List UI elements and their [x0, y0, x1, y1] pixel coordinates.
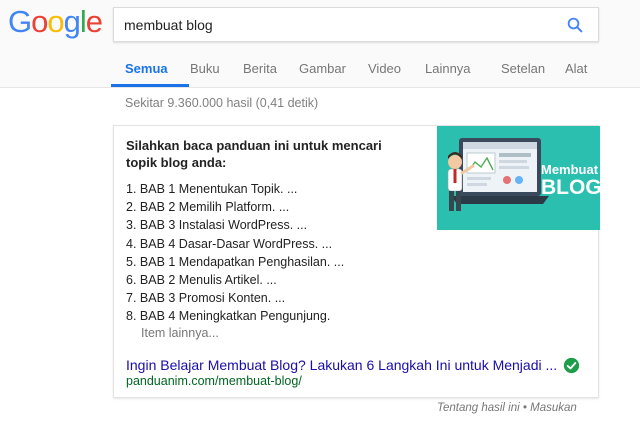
logo-letter: G [8, 4, 32, 39]
tab-lainnya[interactable]: Lainnya [425, 61, 471, 76]
featured-snippet: Silahkan baca panduan ini untuk mencari … [113, 125, 600, 398]
result-stats: Sekitar 9.360.000 hasil (0,41 detik) [125, 96, 319, 110]
feedback-link[interactable]: Masukan [530, 402, 577, 414]
logo-letter: e [85, 4, 103, 39]
list-item: 6. BAB 2 Menulis Artikel. ... [126, 272, 277, 287]
header: Google Semua Buku Berita Gambar Video La… [0, 0, 640, 88]
list-item: 8. BAB 4 Meningkatkan Pengunjung. [126, 309, 331, 324]
check-circle-icon [563, 357, 580, 374]
search-box [113, 7, 599, 42]
blog-illustration: Membuat BLOG [437, 126, 600, 230]
list-item: 2. BAB 2 Memilih Platform. ... [126, 200, 290, 215]
active-tab-indicator [111, 84, 189, 87]
snippet-heading: Silahkan baca panduan ini untuk mencari … [126, 138, 382, 170]
list-item: 1. BAB 1 Menentukan Topik. ... [126, 182, 298, 196]
result-url[interactable]: panduanim.com/membuat-blog/ [126, 374, 302, 388]
logo-letter: g [63, 4, 81, 39]
snippet-footer: Tentang hasil ini • Masukan [437, 402, 577, 414]
about-result-link[interactable]: Tentang hasil ini [437, 402, 520, 414]
snippet-image[interactable]: Membuat BLOG [437, 126, 600, 230]
google-logo[interactable]: Google [8, 4, 103, 40]
tab-semua[interactable]: Semua [125, 61, 168, 76]
snippet-steps-list: 1. BAB 1 Menentukan Topik. ... 2. BAB 2 … [126, 180, 344, 326]
tab-alat[interactable]: Alat [565, 61, 587, 76]
result-title-link[interactable]: Ingin Belajar Membuat Blog? Lakukan 6 La… [126, 357, 557, 373]
footer-separator: • [522, 402, 527, 414]
list-item: 7. BAB 3 Promosi Konten. ... [126, 291, 286, 306]
image-text-line1: Membuat [541, 162, 599, 177]
list-item: 5. BAB 1 Mendapatkan Penghasilan. ... [126, 254, 345, 269]
tab-buku[interactable]: Buku [190, 61, 220, 76]
list-item: 3. BAB 3 Instalasi WordPress. ... [126, 218, 308, 233]
tab-video[interactable]: Video [368, 61, 401, 76]
search-icon[interactable] [566, 16, 584, 34]
logo-letter: o [47, 4, 64, 39]
search-input[interactable] [124, 8, 554, 41]
tab-berita[interactable]: Berita [243, 61, 277, 76]
image-text-line2: BLOG [541, 176, 600, 199]
search-tabs: Semua Buku Berita Gambar Video Lainnya S… [0, 58, 640, 88]
more-items-link[interactable]: Item lainnya... [141, 326, 219, 340]
logo-letter: o [31, 4, 48, 39]
tab-setelan[interactable]: Setelan [501, 61, 545, 76]
tab-gambar[interactable]: Gambar [299, 61, 346, 76]
list-item: 4. BAB 4 Dasar-Dasar WordPress. ... [126, 236, 333, 251]
